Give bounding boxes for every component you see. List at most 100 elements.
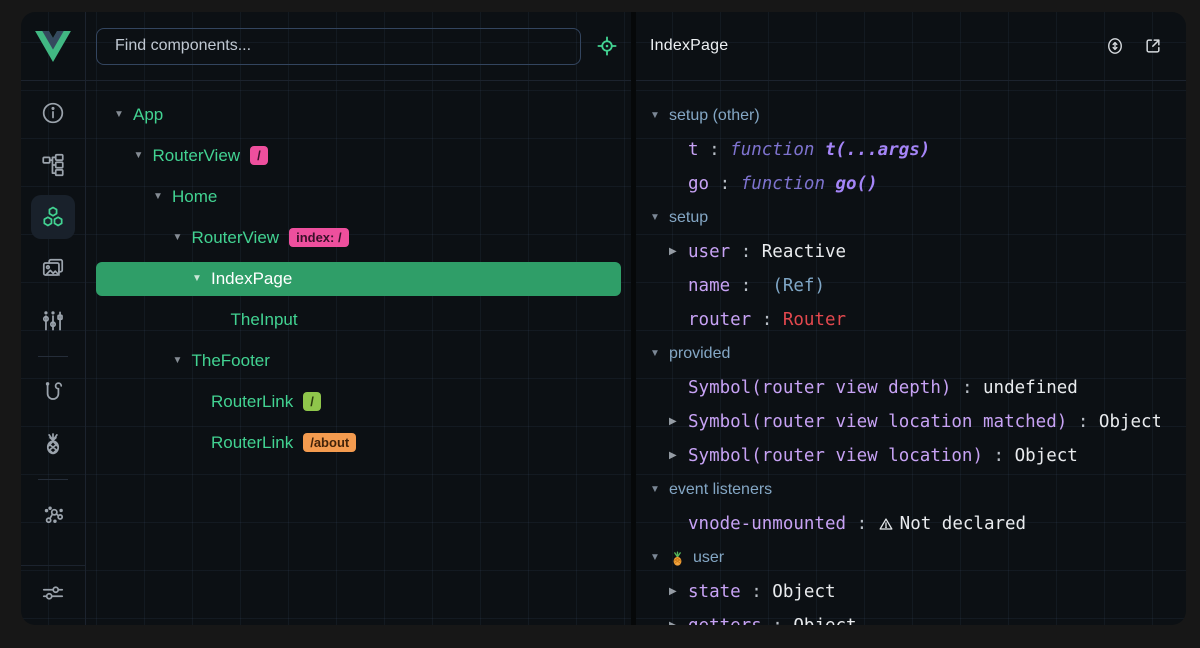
collapse-arrow-icon: ▼ xyxy=(650,213,669,223)
settings-icon xyxy=(40,580,66,606)
sidebar-item-graph[interactable] xyxy=(31,493,75,537)
sidebar-item-pinia[interactable] xyxy=(31,422,75,466)
state-key: Symbol(router view location) xyxy=(688,446,983,466)
pinia-store-icon xyxy=(669,550,686,567)
function-signature: t(...args) xyxy=(825,140,930,160)
function-keyword: function xyxy=(730,140,825,160)
sidebar-nav xyxy=(21,81,85,565)
sidebar-divider xyxy=(38,479,68,480)
state-row-user[interactable]: ▶user : Reactive xyxy=(636,235,1160,269)
component-tree-panel: ▼App▼RouterView/▼Home▼RouterViewindex: /… xyxy=(86,12,636,625)
section-label: event listeners xyxy=(669,481,772,499)
component-name: RouterLink xyxy=(211,433,293,453)
collapse-arrow-icon[interactable]: ▼ xyxy=(192,274,211,284)
assets-icon xyxy=(40,256,66,282)
tree-node-theinput[interactable]: TheInput xyxy=(86,299,631,340)
state-value: Object xyxy=(793,616,856,625)
section-label: provided xyxy=(669,345,730,363)
collapse-arrow-icon: ▼ xyxy=(650,553,669,563)
state-row-t: t : function t(...args) xyxy=(636,133,1160,167)
devtools-window: ▼App▼RouterView/▼Home▼RouterViewindex: /… xyxy=(21,12,1186,625)
sidebar-item-assets[interactable] xyxy=(31,247,75,291)
state-key: getters xyxy=(688,616,762,625)
component-name: RouterLink xyxy=(211,392,293,412)
expand-arrow-icon[interactable]: ▶ xyxy=(669,451,688,461)
timeline-icon xyxy=(40,308,66,334)
collapse-arrow-icon[interactable]: ▼ xyxy=(134,151,153,161)
state-value: (Ref) xyxy=(772,276,825,296)
expand-arrow-icon[interactable]: ▶ xyxy=(669,587,688,597)
colon: : xyxy=(846,514,878,534)
state-row-getters[interactable]: ▶getters : Object xyxy=(636,609,1160,625)
colon: : xyxy=(1067,412,1099,432)
tree-node-app[interactable]: ▼App xyxy=(86,94,631,135)
tree-node-indexpage[interactable]: ▼IndexPage xyxy=(96,262,621,296)
function-keyword: function xyxy=(741,174,836,194)
route-badge: / xyxy=(303,392,321,411)
warning-icon xyxy=(879,517,893,531)
state-key: vnode-unmounted xyxy=(688,514,846,534)
vue-logo xyxy=(21,12,85,81)
open-in-editor-button[interactable] xyxy=(1142,35,1164,57)
sidebar-item-timeline[interactable] xyxy=(31,299,75,343)
state-value: Object xyxy=(1015,446,1078,466)
component-name: RouterView xyxy=(192,228,280,248)
tree-header xyxy=(86,12,631,81)
state-row-Symbol-router-view-location-matched-[interactable]: ▶Symbol(router view location matched) : … xyxy=(636,405,1160,439)
colon: : xyxy=(741,582,773,602)
section-header-setup[interactable]: ▼setup xyxy=(636,201,1160,235)
tree-node-routerview[interactable]: ▼RouterView index: / xyxy=(86,217,631,258)
expand-arrow-icon[interactable]: ▶ xyxy=(669,247,688,257)
inspect-component-button[interactable] xyxy=(595,34,619,58)
collapse-arrow-icon[interactable]: ▼ xyxy=(114,110,133,120)
collapse-arrow-icon[interactable]: ▼ xyxy=(153,192,172,202)
state-row-Symbol-router-view-location-[interactable]: ▶Symbol(router view location) : Object xyxy=(636,439,1160,473)
colon: : xyxy=(730,242,762,262)
state-row-state[interactable]: ▶state : Object xyxy=(636,575,1160,609)
colon: : xyxy=(699,140,731,160)
state-key: t xyxy=(688,140,699,160)
component-name: TheInput xyxy=(231,310,298,330)
scroll-to-component-button[interactable] xyxy=(1104,35,1126,57)
tree-node-routerview[interactable]: ▼RouterView/ xyxy=(86,135,631,176)
crosshair-icon xyxy=(595,35,619,57)
section-label: setup (other) xyxy=(669,107,760,125)
sidebar-item-info[interactable] xyxy=(31,91,75,135)
expand-arrow-icon[interactable]: ▶ xyxy=(669,417,688,427)
component-name: IndexPage xyxy=(211,269,292,289)
sidebar-bottom xyxy=(21,565,85,625)
section-header-provided[interactable]: ▼provided xyxy=(636,337,1160,371)
sidebar-divider xyxy=(38,356,68,357)
hooks-icon xyxy=(40,379,66,405)
expand-arrow-icon[interactable]: ▶ xyxy=(669,621,688,625)
route-badge: /about xyxy=(303,433,356,452)
section-header-user[interactable]: ▼ user xyxy=(636,541,1160,575)
sidebar-item-hooks[interactable] xyxy=(31,370,75,414)
sidebar-item-settings[interactable] xyxy=(31,571,75,615)
tree-node-routerlink[interactable]: RouterLink / xyxy=(86,381,631,422)
function-signature: go() xyxy=(836,174,878,194)
state-value: Object xyxy=(772,582,835,602)
colon: : xyxy=(709,174,741,194)
section-header-event-listeners[interactable]: ▼event listeners xyxy=(636,473,1160,507)
sidebar-item-pages[interactable] xyxy=(31,143,75,187)
tree-node-thefooter[interactable]: ▼TheFooter xyxy=(86,340,631,381)
route-badge: index: / xyxy=(289,228,349,247)
inspector-title: IndexPage xyxy=(650,37,1088,55)
state-value: undefined xyxy=(983,378,1078,398)
external-link-icon xyxy=(1142,36,1164,56)
collapse-arrow-icon[interactable]: ▼ xyxy=(173,233,192,243)
state-key: go xyxy=(688,174,709,194)
section-header-setup-other-[interactable]: ▼setup (other) xyxy=(636,99,1160,133)
section-label: user xyxy=(693,549,724,567)
tree-node-home[interactable]: ▼Home xyxy=(86,176,631,217)
state-key: user xyxy=(688,242,730,262)
pinia-icon xyxy=(40,431,66,457)
state-value: Router xyxy=(783,310,846,330)
sidebar xyxy=(21,12,86,625)
sidebar-item-components[interactable] xyxy=(31,195,75,239)
component-tree: ▼App▼RouterView/▼Home▼RouterViewindex: /… xyxy=(86,81,631,625)
collapse-arrow-icon[interactable]: ▼ xyxy=(173,356,192,366)
search-input[interactable] xyxy=(96,28,581,65)
tree-node-routerlink[interactable]: RouterLink/about xyxy=(86,422,631,463)
